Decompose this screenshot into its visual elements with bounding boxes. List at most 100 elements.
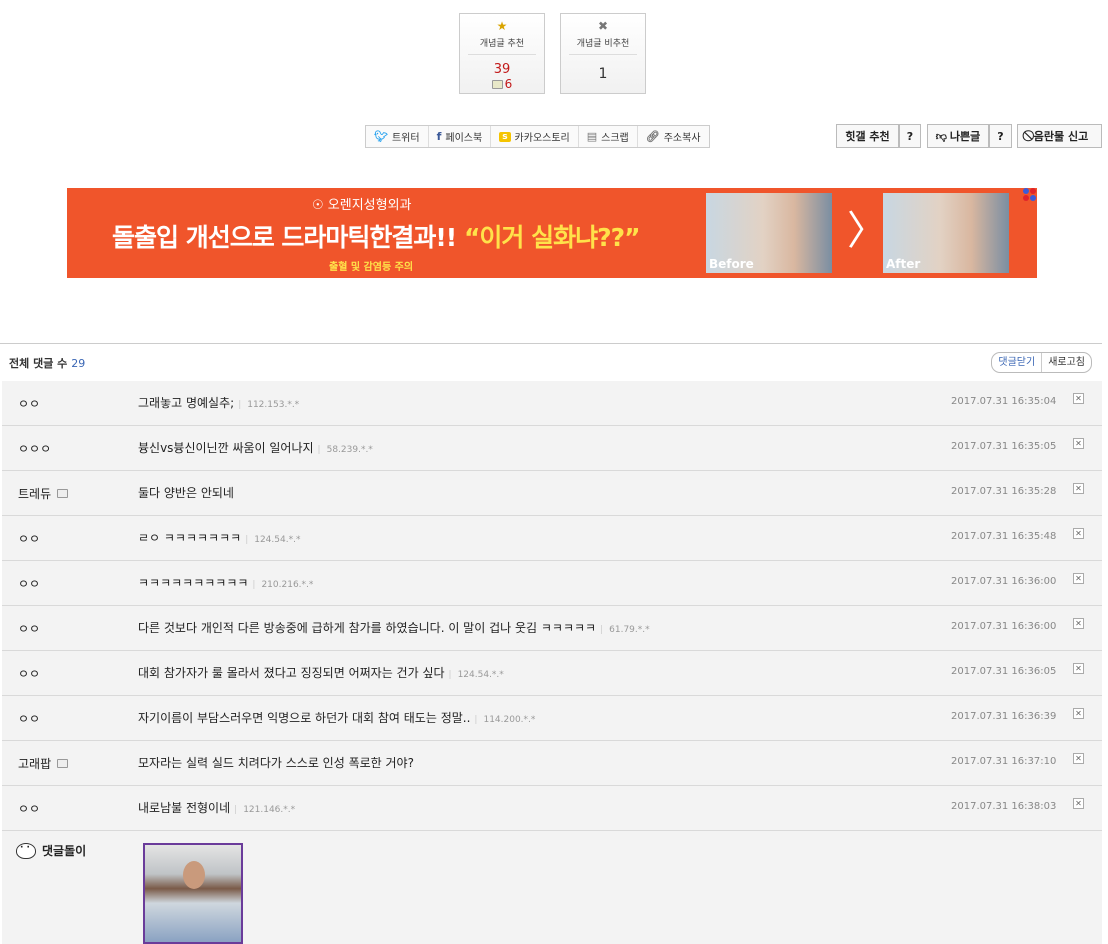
- comment-count: 전체 댓글 수 29: [9, 357, 86, 370]
- facebook-share-button[interactable]: f 페이스북: [429, 126, 492, 147]
- comment-ip: 124.54.*.*: [245, 535, 300, 545]
- delete-comment-icon[interactable]: ✕: [1073, 708, 1084, 719]
- facebook-icon: f: [436, 130, 442, 143]
- comment-row: 트레듀 둘다 양반은 안되네 2017.07.31 16:35:28 ✕: [2, 471, 1102, 516]
- comment-bot-row: 댓글돌이: [2, 831, 1102, 944]
- comment-row: 고래팝 모자라는 실력 실드 치려다가 스스로 인성 폭로한 거야? 2017.07…: [2, 741, 1102, 786]
- comment-text: 내로남불 전형이네121.146.*.*: [138, 799, 295, 816]
- comment-time: 2017.07.31 16:38:03: [951, 801, 1057, 812]
- comment-time: 2017.07.31 16:35:28: [951, 486, 1057, 497]
- comment-header: 전체 댓글 수 29 댓글닫기 새로고침: [0, 343, 1102, 381]
- comment-row: ㅇㅇ 그래놓고 명예실추;112.153.*.* 2017.07.31 16:35:…: [2, 381, 1102, 426]
- hit-recommend-button[interactable]: 힛갤 추천: [836, 124, 899, 148]
- bad-post-button[interactable]: 👎︎ 나쁜글: [927, 124, 989, 148]
- star-icon: ★: [496, 19, 508, 33]
- comment-ip: 112.153.*.*: [238, 400, 299, 410]
- comment-text: ㅋㅋㅋㅋㅋㅋㅋㅋㅋㅋ210.216.*.*: [138, 574, 313, 591]
- comment-nick[interactable]: ㅇㅇ: [18, 575, 40, 592]
- comment-nick[interactable]: ㅇㅇ: [18, 620, 40, 637]
- twitter-share-button[interactable]: 🐦︎ 트위터: [366, 126, 429, 147]
- comment-text: 둘다 양반은 안되네: [138, 486, 234, 500]
- not-recommend-box[interactable]: ✖ 개념글 비추천 1: [560, 13, 646, 94]
- delete-comment-icon[interactable]: ✕: [1073, 798, 1084, 809]
- hit-help-button[interactable]: ?: [899, 124, 921, 148]
- bad-post-help-button[interactable]: ?: [989, 124, 1012, 148]
- before-photo: Before: [706, 193, 832, 273]
- report-button[interactable]: ⃠음란물 신고: [1017, 124, 1102, 148]
- delete-comment-icon[interactable]: ✕: [1073, 438, 1084, 449]
- refresh-comments-button[interactable]: 새로고침: [1042, 353, 1091, 372]
- comment-text: 다른 것보다 개인적 다른 방송중에 급하게 참가를 하였습니다. 이 말이 겁…: [138, 619, 650, 636]
- fixed-user-icon: [57, 489, 69, 498]
- comment-text: 븅신vs븅신이닌깐 싸움이 일어나지58.239.*.*: [138, 439, 373, 456]
- banner-brand: ☉ 오렌지성형외과: [312, 198, 412, 213]
- comment-nick[interactable]: ㅇㅇ: [18, 665, 40, 682]
- comment-bot-nick: 댓글돌이: [16, 842, 86, 859]
- comment-nick[interactable]: ㅇㅇ: [18, 800, 40, 817]
- comment-time: 2017.07.31 16:36:00: [951, 576, 1057, 587]
- kakaostory-share-button[interactable]: s 카카오스토리: [491, 126, 579, 147]
- comment-nick[interactable]: ㅇㅇ: [18, 530, 40, 547]
- comment-text: 대회 참가자가 룰 몰라서 졌다고 징징되면 어쩌자는 건가 싶다124.54.…: [138, 664, 504, 681]
- comment-text: ㄹㅇ ㅋㅋㅋㅋㅋㅋㅋ124.54.*.*: [138, 529, 300, 546]
- recommend-count: 39: [493, 62, 511, 77]
- delete-comment-icon[interactable]: ✕: [1073, 528, 1084, 539]
- comment-tools: 댓글닫기 새로고침: [991, 352, 1092, 373]
- comment-ip: 124.54.*.*: [449, 670, 504, 680]
- comment-ip: 114.200.*.*: [474, 715, 535, 725]
- banner-arrow-icon: 〉: [847, 208, 887, 254]
- after-photo: After: [883, 193, 1009, 273]
- delete-comment-icon[interactable]: ✕: [1073, 618, 1084, 629]
- delete-comment-icon[interactable]: ✕: [1073, 663, 1084, 674]
- thumbs-down-icon: 👎︎: [935, 129, 947, 143]
- comment-row: ㅇㅇㅇ 븅신vs븅신이닌깐 싸움이 일어나지58.239.*.* 2017.07.3…: [2, 426, 1102, 471]
- copy-url-button[interactable]: 🔗︎ 주소복사: [638, 126, 709, 147]
- comment-text: 그래놓고 명예실추;112.153.*.*: [138, 394, 299, 411]
- fixed-user-icon: [491, 80, 503, 89]
- comment-time: 2017.07.31 16:35:04: [951, 396, 1057, 407]
- fixed-user-icon: [57, 759, 69, 768]
- comment-time: 2017.07.31 16:36:05: [951, 666, 1057, 677]
- delete-comment-icon[interactable]: ✕: [1073, 573, 1084, 584]
- comment-row: ㅇㅇ 대회 참가자가 룰 몰라서 졌다고 징징되면 어쩌자는 건가 싶다124.5…: [2, 651, 1102, 696]
- twitter-icon: 🐦︎: [374, 130, 388, 143]
- scrap-icon: ▤: [586, 130, 598, 143]
- comment-list: ㅇㅇ 그래놓고 명예실추;112.153.*.* 2017.07.31 16:35:…: [2, 381, 1102, 831]
- comment-nick[interactable]: ㅇㅇ: [18, 710, 40, 727]
- delete-comment-icon[interactable]: ✕: [1073, 753, 1084, 764]
- not-recommend-count: 1: [598, 66, 608, 82]
- comment-time: 2017.07.31 16:36:00: [951, 621, 1057, 632]
- comment-bot-image[interactable]: [143, 843, 243, 944]
- recommend-label: 개념글 추천: [468, 36, 536, 55]
- comment-row: ㅇㅇ 내로남불 전형이네121.146.*.* 2017.07.31 16:38:0…: [2, 786, 1102, 831]
- ad-choices-icon[interactable]: [1023, 188, 1037, 202]
- scrap-button[interactable]: ▤ 스크랩: [579, 126, 638, 147]
- banner-note: 출혈 및 감염등 주의: [329, 262, 414, 273]
- link-icon: 🔗︎: [645, 130, 660, 143]
- close-comments-button[interactable]: 댓글닫기: [992, 353, 1043, 372]
- kakaostory-icon: s: [499, 131, 511, 142]
- comment-nick[interactable]: 트레듀: [18, 485, 69, 502]
- comment-row: ㅇㅇ ㄹㅇ ㅋㅋㅋㅋㅋㅋㅋ124.54.*.* 2017.07.31 16:35:4…: [2, 516, 1102, 561]
- orange-logo-icon: ☉: [312, 198, 324, 213]
- ad-banner[interactable]: ☉ 오렌지성형외과 돌출입 개선으로 드라마틱한결과!! “이거 실화냐??” …: [67, 188, 1037, 278]
- x-icon: ✖: [597, 19, 609, 33]
- delete-comment-icon[interactable]: ✕: [1073, 483, 1084, 494]
- comment-time: 2017.07.31 16:37:10: [951, 756, 1057, 767]
- comment-row: ㅇㅇ 자기이름이 부담스러우면 익명으로 하던가 대회 참여 태도는 정말..11…: [2, 696, 1102, 741]
- comment-time: 2017.07.31 16:36:39: [951, 711, 1057, 722]
- comment-nick[interactable]: ㅇㅇㅇ: [18, 440, 51, 457]
- comment-nick[interactable]: ㅇㅇ: [18, 395, 40, 412]
- comment-ip: 61.79.*.*: [600, 625, 650, 635]
- comment-bot-icon: [16, 842, 36, 859]
- not-recommend-label: 개념글 비추천: [569, 36, 637, 55]
- banner-headline: 돌출입 개선으로 드라마틱한결과!! “이거 실화냐??”: [112, 223, 641, 252]
- recommend-box[interactable]: ★ 개념글 추천 39 6: [459, 13, 545, 94]
- share-bar: 🐦︎ 트위터 f 페이스북 s 카카오스토리 ▤ 스크랩 🔗︎ 주소복사: [365, 125, 710, 148]
- fixed-recommend: 6: [460, 77, 544, 91]
- comment-ip: 121.146.*.*: [234, 805, 295, 815]
- comment-nick[interactable]: 고래팝: [18, 755, 69, 772]
- comment-time: 2017.07.31 16:35:48: [951, 531, 1057, 542]
- delete-comment-icon[interactable]: ✕: [1073, 393, 1084, 404]
- comment-ip: 210.216.*.*: [252, 580, 313, 590]
